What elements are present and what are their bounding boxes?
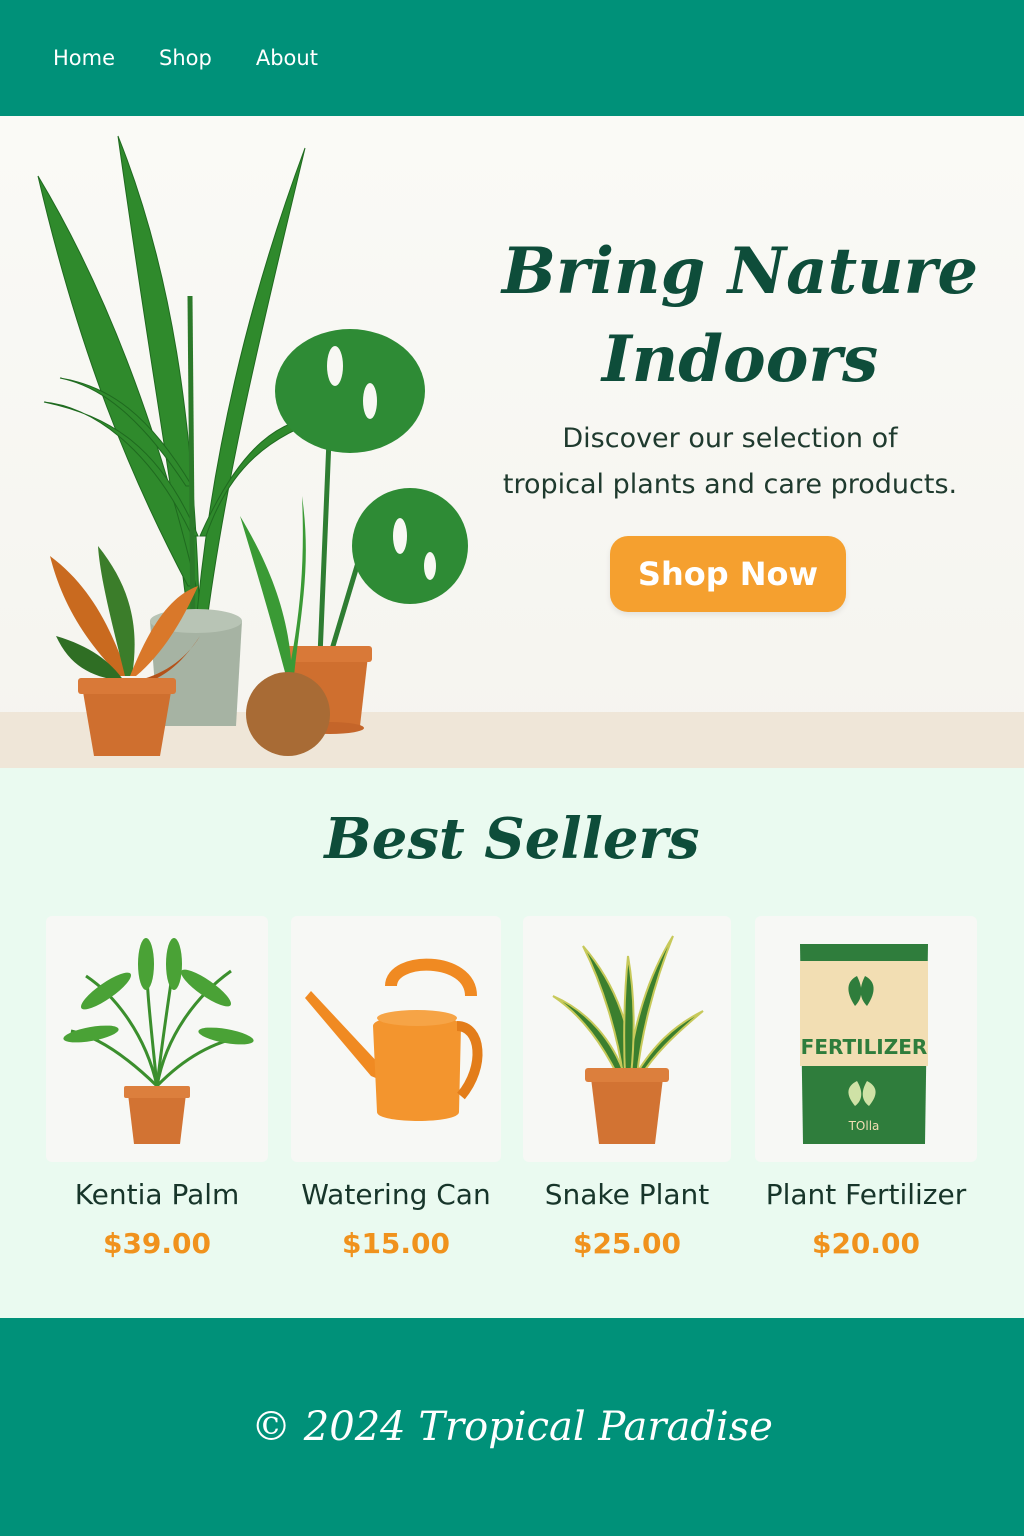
nav-about-link[interactable]: About (256, 46, 318, 70)
nav-shop-link[interactable]: Shop (159, 46, 212, 70)
hero-title: Bring Nature Indoors (480, 228, 1000, 404)
footer-copyright: © 2024 Tropical Paradise (251, 1404, 773, 1450)
hero-title-line1: Bring Nature (501, 234, 979, 309)
watering-can-image (305, 958, 483, 1121)
product-price: $20.00 (811, 1227, 921, 1260)
hero-banner: Bring Nature Indoors Discover our select… (0, 116, 1024, 768)
fertilizer-package-brand: TOlla (848, 1119, 880, 1133)
product-card-watering-can[interactable]: Watering Can $15.00 (291, 916, 501, 1260)
product-price: $25.00 (572, 1227, 682, 1260)
shop-now-button[interactable]: Shop Now (610, 536, 846, 612)
hero-subtitle-line2: tropical plants and care products. (502, 469, 958, 500)
product-name: Plant Fertilizer (765, 1178, 967, 1211)
hero-subtitle: Discover our selection of tropical plant… (480, 416, 980, 508)
product-image: FERTILIZER TOlla (755, 916, 977, 1162)
site-footer: © 2024 Tropical Paradise (0, 1318, 1024, 1536)
kentia-palm-image (63, 938, 254, 1144)
product-image (291, 916, 501, 1162)
product-price: $15.00 (341, 1227, 451, 1260)
product-price: $39.00 (102, 1227, 212, 1260)
product-name: Snake Plant (544, 1178, 710, 1211)
product-name: Watering Can (301, 1178, 491, 1211)
product-card-snake-plant[interactable]: Snake Plant $25.00 (523, 916, 731, 1260)
product-card-kentia-palm[interactable]: Kentia Palm $39.00 (46, 916, 268, 1260)
fertilizer-package-title: FERTILIZER (801, 1035, 928, 1059)
hero-subtitle-line1: Discover our selection of (562, 423, 898, 454)
main-nav: Home Shop About (0, 0, 1024, 116)
fertilizer-bag-image: FERTILIZER TOlla (800, 944, 928, 1144)
product-image (46, 916, 268, 1162)
snake-plant-image (552, 935, 704, 1144)
hero-title-line2: Indoors (601, 322, 879, 397)
product-name: Kentia Palm (74, 1178, 240, 1211)
product-image (523, 916, 731, 1162)
best-sellers-title: Best Sellers (324, 806, 700, 872)
nav-home-link[interactable]: Home (53, 46, 115, 70)
hero-plants-image (37, 135, 468, 756)
product-card-plant-fertilizer[interactable]: FERTILIZER TOlla Plant Fertilizer $20.00 (755, 916, 977, 1260)
